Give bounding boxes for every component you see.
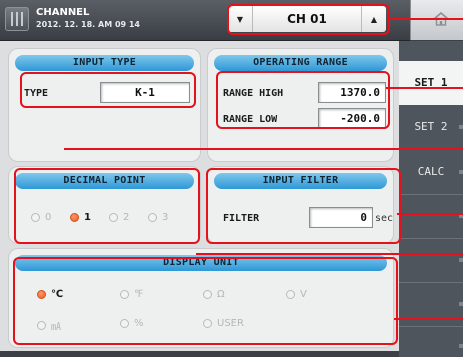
page-title: CHANNEL bbox=[36, 7, 90, 18]
channel-settings-screen: CHANNEL 2012. 12. 18. AM 09 14 ▼ CH 01 ▲… bbox=[0, 0, 463, 357]
input-type-title: INPUT TYPE bbox=[15, 55, 194, 71]
highlight-display-unit bbox=[13, 257, 398, 345]
home-button[interactable] bbox=[410, 0, 463, 40]
highlight-type bbox=[20, 72, 196, 108]
callout-line bbox=[64, 148, 463, 150]
logo-icon bbox=[5, 7, 29, 31]
tab-divider bbox=[399, 238, 463, 239]
callout-line bbox=[388, 18, 463, 20]
tab-calc[interactable]: CALC bbox=[399, 150, 463, 194]
highlight-filter bbox=[206, 168, 401, 244]
highlight-decimal bbox=[14, 168, 200, 244]
tab-divider bbox=[399, 194, 463, 195]
tab-set-2[interactable]: SET 2 bbox=[399, 105, 463, 149]
operating-range-title: OPERATING RANGE bbox=[214, 55, 387, 71]
callout-line bbox=[394, 318, 463, 320]
tab-set-1[interactable]: SET 1 bbox=[399, 61, 463, 105]
callout-line bbox=[386, 87, 463, 89]
tab-divider bbox=[399, 282, 463, 283]
callout-line bbox=[397, 213, 463, 215]
tab-divider bbox=[399, 326, 463, 327]
date-time: 2012. 12. 18. AM 09 14 bbox=[36, 20, 140, 29]
callout-line bbox=[196, 253, 463, 255]
highlight-range bbox=[216, 71, 390, 129]
highlight-channel bbox=[227, 4, 390, 35]
